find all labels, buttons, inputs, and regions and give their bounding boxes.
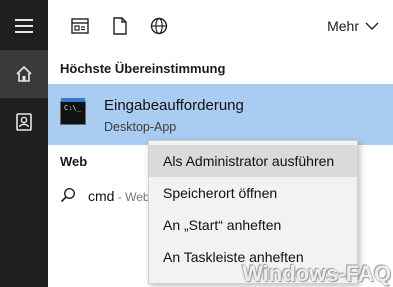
chevron-down-icon	[365, 22, 379, 30]
contact-button[interactable]	[0, 98, 48, 146]
contact-card-icon	[16, 113, 32, 131]
best-match-result[interactable]: C:\_ Eingabeaufforderung Desktop-App	[48, 84, 393, 145]
more-filters-button[interactable]: Mehr	[327, 18, 379, 34]
command-prompt-icon: C:\_	[60, 98, 86, 125]
apps-filter-button[interactable]	[70, 16, 90, 36]
home-icon	[16, 65, 32, 82]
menu-item-pin-to-start[interactable]: An „Start“ anheften	[149, 209, 357, 241]
globe-icon	[150, 17, 168, 35]
web-filter-button[interactable]	[149, 16, 169, 36]
hamburger-icon	[15, 19, 33, 33]
home-button[interactable]	[0, 50, 48, 98]
apps-icon	[71, 18, 89, 34]
watermark: Windows-FAQ	[242, 261, 391, 286]
web-heading: Web	[60, 154, 88, 169]
menu-item-open-file-location[interactable]: Speicherort öffnen	[149, 177, 357, 209]
documents-filter-button[interactable]	[110, 16, 130, 36]
search-icon	[60, 187, 76, 203]
result-subtitle: Desktop-App	[104, 120, 177, 134]
best-match-heading: Höchste Übereinstimmung	[60, 61, 226, 76]
menu-item-run-as-admin[interactable]: Als Administrator ausführen	[149, 145, 357, 177]
more-label: Mehr	[327, 18, 359, 34]
hamburger-menu-button[interactable]	[0, 2, 48, 50]
web-query: cmd	[88, 188, 115, 204]
web-query-suffix: - Web	[114, 190, 150, 204]
web-query-text: cmd - Web	[88, 188, 150, 204]
command-prompt-icon-text: C:\_	[64, 104, 81, 112]
result-title: Eingabeaufforderung	[104, 97, 244, 114]
sidebar	[0, 0, 48, 287]
filter-bar: Mehr	[48, 0, 393, 52]
document-icon	[113, 17, 127, 35]
